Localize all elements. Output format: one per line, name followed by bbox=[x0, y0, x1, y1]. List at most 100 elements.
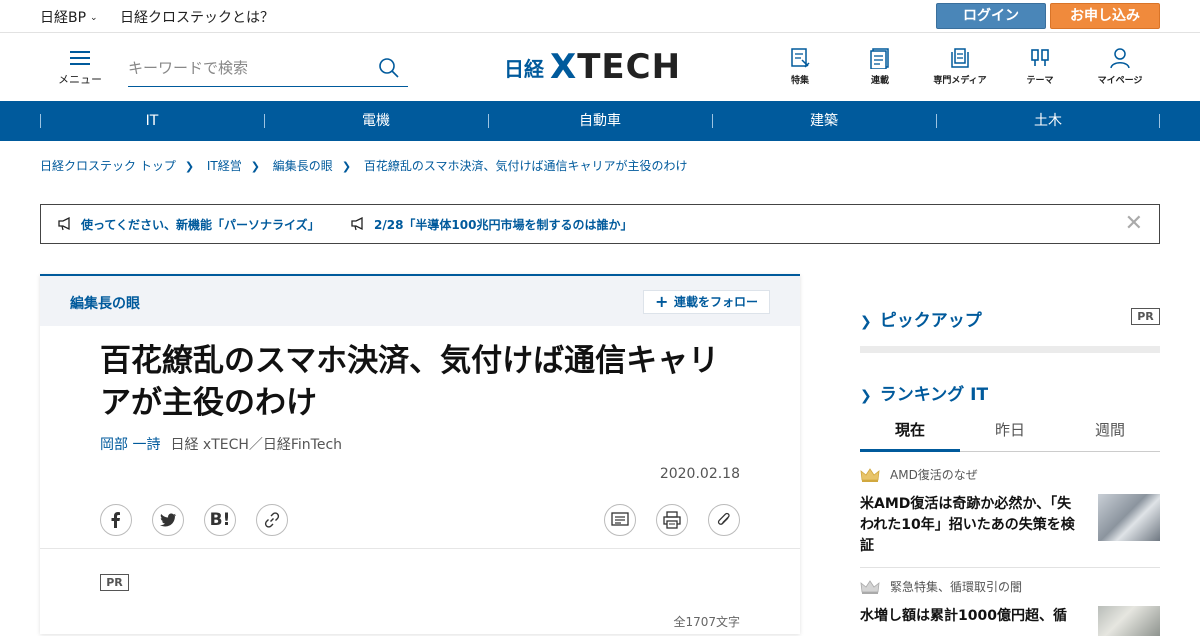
tab-current[interactable]: 現在 bbox=[860, 410, 960, 452]
nav-series-label: 連載 bbox=[870, 76, 889, 86]
article-series-header: 編集長の眼 + 連載をフォロー bbox=[40, 276, 800, 326]
chevron-right-icon: ❯ bbox=[860, 388, 872, 404]
nav-media-label: 専門メディア bbox=[933, 76, 987, 86]
nav-mypage[interactable]: マイページ bbox=[1080, 47, 1160, 86]
menu-label: メニュー bbox=[58, 73, 102, 86]
category-it[interactable]: IT bbox=[40, 101, 264, 141]
ranking-thumbnail[interactable] bbox=[1098, 606, 1160, 636]
facebook-share-button[interactable] bbox=[100, 504, 132, 536]
nav-media[interactable]: 専門メディア bbox=[920, 47, 1000, 86]
category-nav: IT 電機 自動車 建築 土木 bbox=[0, 101, 1200, 141]
hamburger-icon bbox=[70, 51, 90, 65]
follow-series-button[interactable]: + 連載をフォロー bbox=[643, 290, 770, 314]
close-icon[interactable]: ✕ bbox=[1125, 211, 1143, 236]
ranking-item[interactable]: 緊急特集、循環取引の闇 水増し額は累計1000億円超、循 bbox=[860, 578, 1160, 636]
breadcrumb-series[interactable]: 編集長の眼 bbox=[273, 159, 333, 173]
search-box bbox=[128, 49, 408, 87]
logo-nikkei: 日経 bbox=[504, 56, 544, 81]
plus-icon: + bbox=[655, 292, 669, 311]
media-icon bbox=[951, 48, 969, 68]
about-link[interactable]: 日経クロステックとは？ bbox=[120, 7, 274, 27]
ranking-heading[interactable]: ❯ ランキング IT bbox=[860, 380, 988, 405]
ranking-thumbnail[interactable] bbox=[1098, 494, 1160, 541]
divider bbox=[860, 567, 1160, 568]
site-header: メニュー 日経 XTECH 特集 bbox=[0, 33, 1200, 101]
user-icon bbox=[1110, 48, 1130, 69]
notice-banner: 使ってください、新機能「パーソナライズ」 2/28「半導体100兆円市場を制する… bbox=[40, 204, 1160, 244]
megaphone-icon bbox=[58, 216, 70, 231]
breadcrumb-it-keiei[interactable]: IT経営 bbox=[207, 159, 242, 173]
menu-button[interactable]: メニュー bbox=[58, 51, 102, 87]
search-icon[interactable] bbox=[378, 57, 400, 79]
ranking-caption: AMD復活のなぜ bbox=[890, 468, 978, 482]
ranking-tabs: 現在 昨日 週間 bbox=[860, 410, 1160, 452]
category-kenchiku[interactable]: 建築 bbox=[712, 101, 936, 141]
category-jidousha[interactable]: 自動車 bbox=[488, 101, 712, 141]
pr-badge: PR bbox=[100, 574, 129, 591]
ranking-item[interactable]: AMD復活のなぜ 米AMD復活は奇跡か必然か、「失われた10年」招いたあの失策を… bbox=[860, 466, 1160, 554]
byline: 岡部 一詩 日経 xTECH／日経FinTech bbox=[100, 434, 342, 454]
utility-bar: 日経BP ⌄ 日経クロステックとは？ ログイン お申し込み bbox=[0, 0, 1200, 33]
nav-mypage-label: マイページ bbox=[1097, 76, 1143, 86]
notice-item[interactable]: 使ってください、新機能「パーソナライズ」 bbox=[57, 216, 320, 233]
paperclip-icon bbox=[717, 512, 730, 525]
article-title: 百花繚乱のスマホ決済、気付けば通信キャリアが主役のわけ bbox=[100, 343, 720, 421]
twitter-share-button[interactable] bbox=[152, 504, 184, 536]
breadcrumb-top[interactable]: 日経クロステック トップ bbox=[40, 159, 176, 173]
apply-button[interactable]: お申し込み bbox=[1050, 3, 1160, 29]
nav-theme-label: テーマ bbox=[1026, 76, 1054, 86]
printer-icon bbox=[663, 511, 681, 529]
site-logo[interactable]: 日経 XTECH bbox=[504, 47, 682, 87]
twitter-icon bbox=[160, 513, 176, 527]
search-input[interactable] bbox=[128, 55, 368, 81]
author-link[interactable]: 岡部 一詩 bbox=[100, 437, 160, 453]
hatena-icon: B! bbox=[209, 510, 231, 530]
nav-series[interactable]: 連載 bbox=[840, 47, 920, 86]
print-button[interactable] bbox=[656, 504, 688, 536]
megaphone-icon bbox=[351, 216, 363, 231]
ranking-headline[interactable]: 水増し額は累計1000億円超、循 bbox=[860, 606, 1080, 627]
character-count: 全1707文字 bbox=[673, 615, 740, 629]
ranking-headline[interactable]: 米AMD復活は奇跡か必然か、「失われた10年」招いたあの失策を検証 bbox=[860, 494, 1080, 557]
facebook-icon bbox=[111, 512, 120, 528]
ranking-caption: 緊急特集、循環取引の闇 bbox=[890, 580, 1023, 594]
tab-yesterday[interactable]: 昨日 bbox=[960, 410, 1060, 452]
series-name[interactable]: 編集長の眼 bbox=[70, 293, 140, 313]
logo-xtech: XTECH bbox=[550, 47, 682, 87]
chevron-right-icon: ❯ bbox=[184, 160, 195, 173]
theme-icon bbox=[1031, 49, 1049, 66]
publication: 日経 xTECH／日経FinTech bbox=[170, 437, 343, 453]
crown-gold-icon bbox=[860, 467, 880, 482]
series-icon bbox=[870, 48, 889, 69]
chevron-right-icon: ❯ bbox=[341, 160, 352, 173]
copy-link-button[interactable] bbox=[256, 504, 288, 536]
breadcrumb-current[interactable]: 百花繚乱のスマホ決済、気付けば通信キャリアが主役のわけ bbox=[364, 159, 688, 173]
crown-silver-icon bbox=[860, 579, 880, 594]
pickup-heading[interactable]: ❯ ピックアップ bbox=[860, 306, 982, 331]
nikkei-bp-menu[interactable]: 日経BP ⌄ bbox=[40, 7, 98, 27]
clip-button[interactable] bbox=[708, 504, 740, 536]
category-doboku[interactable]: 土木 bbox=[936, 101, 1160, 141]
login-button[interactable]: ログイン bbox=[936, 3, 1046, 29]
chevron-right-icon: ❯ bbox=[250, 160, 260, 173]
nav-theme[interactable]: テーマ bbox=[1000, 47, 1080, 86]
notice-item[interactable]: 2/28「半導体100兆円市場を制するのは誰か」 bbox=[350, 216, 632, 233]
tab-weekly[interactable]: 週間 bbox=[1060, 410, 1160, 452]
pickup-placeholder bbox=[860, 346, 1160, 353]
article-list-button[interactable] bbox=[604, 504, 636, 536]
chevron-right-icon: ❯ bbox=[860, 314, 872, 330]
breadcrumb: 日経クロステック トップ ❯ IT経営 ❯ 編集長の眼 ❯ 百花繚乱のスマホ決済、気付… bbox=[40, 157, 694, 174]
divider bbox=[40, 548, 800, 549]
publish-date: 2020.02.18 bbox=[659, 466, 740, 482]
feature-icon bbox=[791, 48, 810, 68]
document-icon bbox=[611, 512, 629, 526]
article-card: 編集長の眼 + 連載をフォロー 百花繚乱のスマホ決済、気付けば通信キャリアが主役の… bbox=[40, 274, 800, 634]
nav-feature-label: 特集 bbox=[790, 76, 809, 86]
link-icon bbox=[264, 512, 280, 528]
hatena-bookmark-button[interactable]: B! bbox=[204, 504, 236, 536]
nikkei-bp-label: 日経BP bbox=[40, 10, 87, 26]
nav-feature[interactable]: 特集 bbox=[760, 47, 840, 86]
category-denki[interactable]: 電機 bbox=[264, 101, 488, 141]
pickup-pr-badge: PR bbox=[1131, 308, 1160, 325]
chevron-down-icon: ⌄ bbox=[90, 13, 98, 23]
